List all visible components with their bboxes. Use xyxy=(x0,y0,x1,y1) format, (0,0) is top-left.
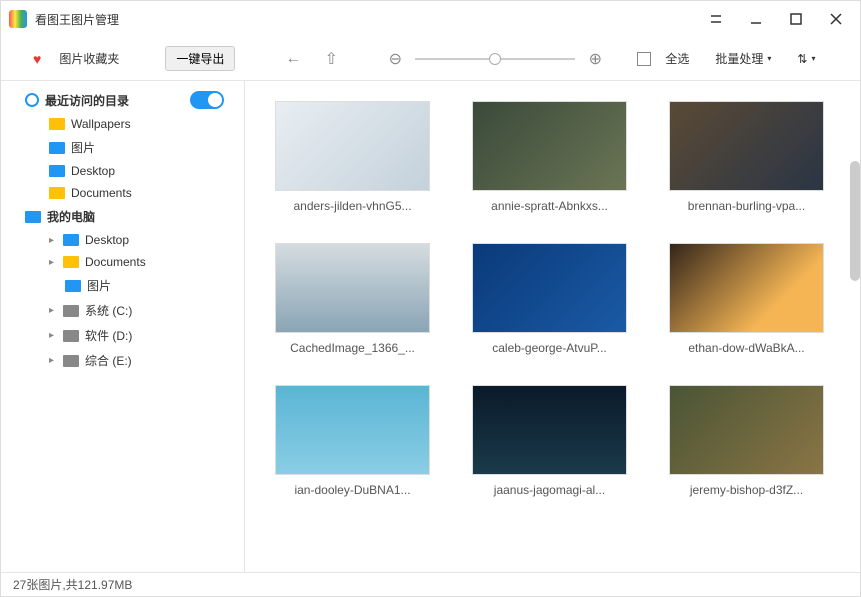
sort-dropdown[interactable]: ⇅ ▾ xyxy=(797,52,815,66)
thumbnail-label: jaanus-jagomagi-al... xyxy=(472,483,627,497)
window-title: 看图王图片管理 xyxy=(35,11,700,28)
thumbnail-image xyxy=(669,243,824,333)
thumbnail-item[interactable]: ethan-dow-dWaBkA... xyxy=(669,243,824,355)
zoom-slider[interactable] xyxy=(415,58,575,60)
sidebar-item-drive-d[interactable]: ▸软件 (D:) xyxy=(1,323,244,348)
export-button[interactable]: 一键导出 xyxy=(165,46,235,71)
thumbnail-label: annie-spratt-Abnkxs... xyxy=(472,199,627,213)
thumbnail-item[interactable]: annie-spratt-Abnkxs... xyxy=(472,101,627,213)
sidebar-item-pictures[interactable]: 图片 xyxy=(1,135,244,160)
thumbnail-item[interactable]: caleb-george-AtvuP... xyxy=(472,243,627,355)
sidebar-item-desktop-2[interactable]: ▸Desktop xyxy=(1,229,244,251)
thumbnail-label: caleb-george-AtvuP... xyxy=(472,341,627,355)
picture-icon xyxy=(65,280,81,292)
thumbnail-image xyxy=(669,101,824,191)
batch-dropdown[interactable]: 批量处理 ▾ xyxy=(715,50,771,67)
expand-icon[interactable]: ▸ xyxy=(49,330,57,341)
scrollbar[interactable] xyxy=(850,161,860,281)
thumbnail-item[interactable]: jeremy-bishop-d3fZ... xyxy=(669,385,824,497)
thumbnail-item[interactable]: jaanus-jagomagi-al... xyxy=(472,385,627,497)
app-icon xyxy=(9,10,27,28)
picture-icon xyxy=(49,142,65,154)
favorites-label[interactable]: 图片收藏夹 xyxy=(59,50,119,67)
monitor-icon xyxy=(25,211,41,223)
thumbnail-label: brennan-burling-vpa... xyxy=(669,199,824,213)
zoom-slider-thumb[interactable] xyxy=(489,53,501,65)
thumbnail-label: CachedImage_1366_... xyxy=(275,341,430,355)
expand-icon[interactable]: ▸ xyxy=(49,257,57,268)
sidebar-item-pictures-2[interactable]: 图片 xyxy=(1,273,244,298)
thumbnail-item[interactable]: ian-dooley-DuBNA1... xyxy=(275,385,430,497)
zoom-in-button[interactable]: ⊕ xyxy=(583,47,607,71)
close-button[interactable] xyxy=(820,5,852,33)
thumbnail-image xyxy=(275,385,430,475)
thumbnail-image xyxy=(669,385,824,475)
drive-icon xyxy=(63,305,79,317)
sidebar-item-documents-2[interactable]: ▸Documents xyxy=(1,251,244,273)
up-button[interactable]: ⇧ xyxy=(319,47,343,71)
expand-icon[interactable]: ▸ xyxy=(49,305,57,316)
back-button[interactable]: ← xyxy=(281,47,305,71)
folder-icon xyxy=(63,256,79,268)
content-area: anders-jilden-vhnG5... annie-spratt-Abnkx… xyxy=(245,81,860,572)
sort-icon: ⇅ xyxy=(797,52,807,66)
sidebar-item-drive-e[interactable]: ▸综合 (E:) xyxy=(1,348,244,373)
my-computer-header[interactable]: 我的电脑 xyxy=(1,204,244,229)
sidebar-item-documents[interactable]: Documents xyxy=(1,182,244,204)
expand-icon[interactable]: ▸ xyxy=(49,355,57,366)
thumbnail-image xyxy=(472,101,627,191)
thumbnail-label: ethan-dow-dWaBkA... xyxy=(669,341,824,355)
thumbnail-item[interactable]: brennan-burling-vpa... xyxy=(669,101,824,213)
minimize-button[interactable] xyxy=(740,5,772,33)
select-all-label: 全选 xyxy=(665,50,689,67)
monitor-icon xyxy=(63,234,79,246)
status-text: 27张图片,共121.97MB xyxy=(13,576,132,593)
sidebar-item-drive-c[interactable]: ▸系统 (C:) xyxy=(1,298,244,323)
thumbnail-label: anders-jilden-vhnG5... xyxy=(275,199,430,213)
zoom-out-button[interactable]: ⊖ xyxy=(383,47,407,71)
folder-icon xyxy=(49,118,65,130)
recent-toggle[interactable] xyxy=(190,91,224,109)
thumbnail-image xyxy=(275,101,430,191)
maximize-button[interactable] xyxy=(780,5,812,33)
expand-icon[interactable]: ▸ xyxy=(49,235,57,246)
sidebar: 最近访问的目录 Wallpapers 图片 Desktop Documents … xyxy=(1,81,245,572)
thumbnail-label: jeremy-bishop-d3fZ... xyxy=(669,483,824,497)
thumbnail-item[interactable]: CachedImage_1366_... xyxy=(275,243,430,355)
menu-button[interactable] xyxy=(700,5,732,33)
thumbnail-image xyxy=(472,385,627,475)
heart-icon: ♥ xyxy=(33,51,41,67)
thumbnail-label: ian-dooley-DuBNA1... xyxy=(275,483,430,497)
drive-icon xyxy=(63,355,79,367)
select-all-checkbox[interactable] xyxy=(637,52,651,66)
clock-icon xyxy=(25,93,39,107)
chevron-down-icon: ▾ xyxy=(811,54,815,63)
monitor-icon xyxy=(49,165,65,177)
thumbnail-item[interactable]: anders-jilden-vhnG5... xyxy=(275,101,430,213)
chevron-down-icon: ▾ xyxy=(767,54,771,63)
drive-icon xyxy=(63,330,79,342)
thumbnail-image xyxy=(472,243,627,333)
thumbnail-image xyxy=(275,243,430,333)
sidebar-item-desktop[interactable]: Desktop xyxy=(1,160,244,182)
sidebar-item-wallpapers[interactable]: Wallpapers xyxy=(1,113,244,135)
folder-icon xyxy=(49,187,65,199)
recent-header[interactable]: 最近访问的目录 xyxy=(1,87,244,113)
